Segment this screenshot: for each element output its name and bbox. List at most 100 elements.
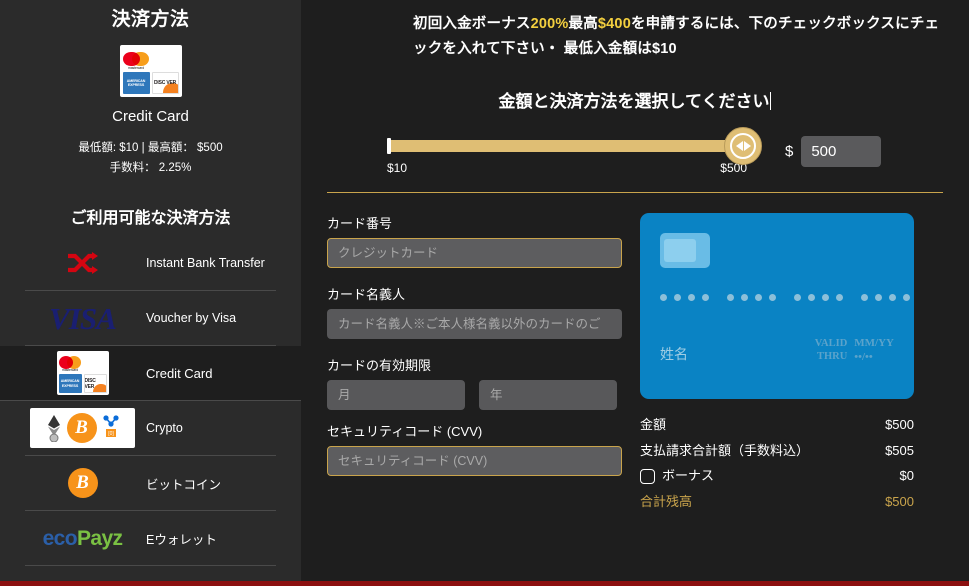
bitcoin-icon: B: [66, 413, 97, 444]
amount-input-group: $: [785, 134, 882, 167]
slider-track[interactable]: [387, 126, 762, 165]
card-preview-name: 姓名: [660, 346, 688, 363]
banner-text-2: 最高: [568, 16, 598, 32]
sidebar-item-label: Eウォレット: [146, 532, 217, 547]
mastercard-icon: mastercard: [58, 353, 82, 373]
available-methods-title: ご利用可能な決済方法: [70, 210, 231, 228]
payment-methods-sidebar: 決済方法 mastercard AMERICAN EXPRESS DISC VER…: [0, 0, 301, 586]
sidebar-item-ecopayz[interactable]: ecoPayz Eウォレット: [25, 511, 276, 567]
sidebar-item-crypto[interactable]: B [0] Crypto: [25, 401, 276, 457]
bonus-banner: 初回入金ボーナス200%最高$400を申請するには、下のチェックボックスにチェッ…: [327, 0, 943, 63]
discover-icon: DISC VER: [151, 72, 179, 94]
expiry-label: カードの有効期限: [327, 357, 432, 373]
sidebar-item-bitcoin[interactable]: B ビットコイン: [25, 456, 276, 512]
bitcoin-icon: B: [25, 468, 140, 499]
card-expiry-preview: MM/YY ••/••: [854, 336, 894, 363]
section-title-text: 金額と決済方法を選択してください: [498, 91, 770, 111]
card-form: カード番号 カード名義人 カードの有効期限 セキュリティコード (CVV): [327, 213, 622, 519]
banner-highlight-amount: $400: [597, 16, 631, 32]
banner-text-1: 初回入金ボーナス: [413, 16, 531, 32]
shuffle-icon: [25, 251, 140, 275]
sidebar-title: 決済方法: [111, 9, 190, 30]
card-holder-label: カード名義人: [327, 286, 406, 302]
card-holder-input[interactable]: [327, 308, 622, 339]
selected-method-limits: 最低額: $10 | 最高額： $500: [78, 142, 223, 154]
card-valid-thru: VALID THRU MM/YY ••/••: [815, 337, 894, 365]
cvv-label: セキュリティコード (CVV): [327, 423, 483, 439]
selected-method-meta: 最低額: $10 | 最高額： $500 手数料： 2.25%: [0, 139, 301, 178]
card-form-area: カード番号 カード名義人 カードの有効期限 セキュリティコード (CVV): [327, 212, 943, 519]
section-title: 金額と決済方法を選択してください: [327, 87, 943, 112]
banner-highlight-percent: 200%: [530, 16, 569, 32]
expiry-month-input[interactable]: [327, 379, 465, 410]
cvv-input[interactable]: [327, 445, 622, 476]
sidebar-item-label: Voucher by Visa: [146, 311, 237, 326]
summary-value: $500: [885, 494, 914, 510]
slider-range-labels: $10 $500: [387, 161, 747, 175]
bottom-accent-bar: [0, 581, 969, 586]
summary-label: 支払請求合計額（手数料込）: [640, 442, 810, 458]
summary-row-total-balance: 合計残高 $500: [640, 493, 914, 512]
sidebar-item-instant-bank-transfer[interactable]: Instant Bank Transfer: [25, 236, 276, 292]
visa-logo-icon: VISA: [49, 300, 117, 336]
card-number-dots: [660, 293, 910, 301]
payment-method-list: Instant Bank Transfer VISA Voucher by Vi…: [0, 236, 301, 586]
deposit-main-panel: 初回入金ボーナス200%最高$400を申請するには、下のチェックボックスにチェッ…: [301, 0, 969, 586]
summary-row-total-charge: 支払請求合計額（手数料込） $505: [640, 442, 914, 461]
card-preview-bottom: 姓名 VALID THRU MM/YY ••/••: [660, 337, 894, 365]
summary-row-amount: 金額 $500: [640, 416, 914, 435]
amex-icon: AMERICAN EXPRESS: [122, 72, 150, 94]
sidebar-item-label: ビットコイン: [146, 477, 222, 492]
amount-input[interactable]: [801, 135, 882, 167]
summary-label: 金額: [640, 416, 667, 432]
card-chip-icon: [660, 232, 710, 268]
expiry-row: [327, 379, 622, 410]
arrow-left-icon: [735, 140, 743, 151]
crypto-logos-icon: B [0]: [25, 408, 140, 449]
text-caret: [770, 91, 772, 110]
section-divider: [327, 191, 943, 193]
card-number-input[interactable]: [327, 237, 622, 268]
arrow-right-icon: [743, 140, 751, 151]
currency-symbol: $: [785, 142, 794, 160]
summary-value: $505: [885, 442, 914, 458]
credit-cards-logo-icon: mastercard AMERICAN EXPRESS DISC VER: [25, 351, 140, 396]
summary-value: $500: [885, 416, 914, 432]
sidebar-item-credit-card[interactable]: mastercard AMERICAN EXPRESS DISC VER Cred…: [0, 346, 301, 402]
sidebar-item-label: Crypto: [146, 421, 183, 436]
amount-selector: $10 $500 $: [327, 126, 943, 175]
sidebar-item-label: Credit Card: [146, 365, 213, 381]
slider-handle-arrows: [730, 132, 756, 159]
expiry-year-input[interactable]: [479, 379, 617, 410]
selected-method-fee: 手数料： 2.25%: [109, 161, 192, 174]
bonus-checkbox[interactable]: [640, 469, 655, 485]
card-preview-column: 姓名 VALID THRU MM/YY ••/•• 金額 $500 支払請求合計…: [622, 212, 943, 519]
slider-handle[interactable]: [724, 126, 762, 165]
slider-start-cap: [387, 137, 391, 154]
jcb-icon: [152, 48, 179, 70]
summary-label: ボーナス: [662, 468, 715, 484]
selected-method-name: Credit Card: [112, 108, 189, 125]
amount-slider[interactable]: $10 $500: [387, 126, 762, 175]
credit-card-preview: 姓名 VALID THRU MM/YY ••/••: [640, 212, 914, 399]
deposit-page: 決済方法 mastercard AMERICAN EXPRESS DISC VER…: [0, 0, 969, 586]
valid-thru-label: VALID THRU: [814, 338, 848, 362]
ethereum-icon: [47, 415, 60, 443]
slider-min-label: $10: [387, 160, 408, 175]
ecopayz-logo-icon: ecoPayz: [42, 526, 123, 550]
sidebar-item-voucher-by-visa[interactable]: VISA Voucher by Visa: [25, 291, 276, 347]
summary-label: 合計残高: [640, 494, 693, 510]
sidebar-item-label: Instant Bank Transfer: [146, 256, 265, 271]
svg-text:[0]: [0]: [108, 431, 114, 437]
selected-method-logo: mastercard AMERICAN EXPRESS DISC VER: [0, 45, 301, 97]
order-summary: 金額 $500 支払請求合計額（手数料込） $505 ボーナス $0 合計残高 …: [640, 416, 914, 512]
summary-row-bonus: ボーナス $0: [640, 467, 914, 486]
mastercard-icon: mastercard: [122, 48, 150, 70]
credit-cards-logo-icon: mastercard AMERICAN EXPRESS DISC VER: [119, 45, 182, 97]
summary-value: $0: [899, 468, 914, 484]
ripple-icon: [0]: [102, 415, 119, 438]
card-number-label: カード番号: [327, 215, 393, 231]
jcb-icon: [84, 353, 107, 372]
discover-icon: DISC VER: [83, 374, 107, 394]
amex-icon: AMERICAN EXPRESS: [58, 374, 82, 394]
